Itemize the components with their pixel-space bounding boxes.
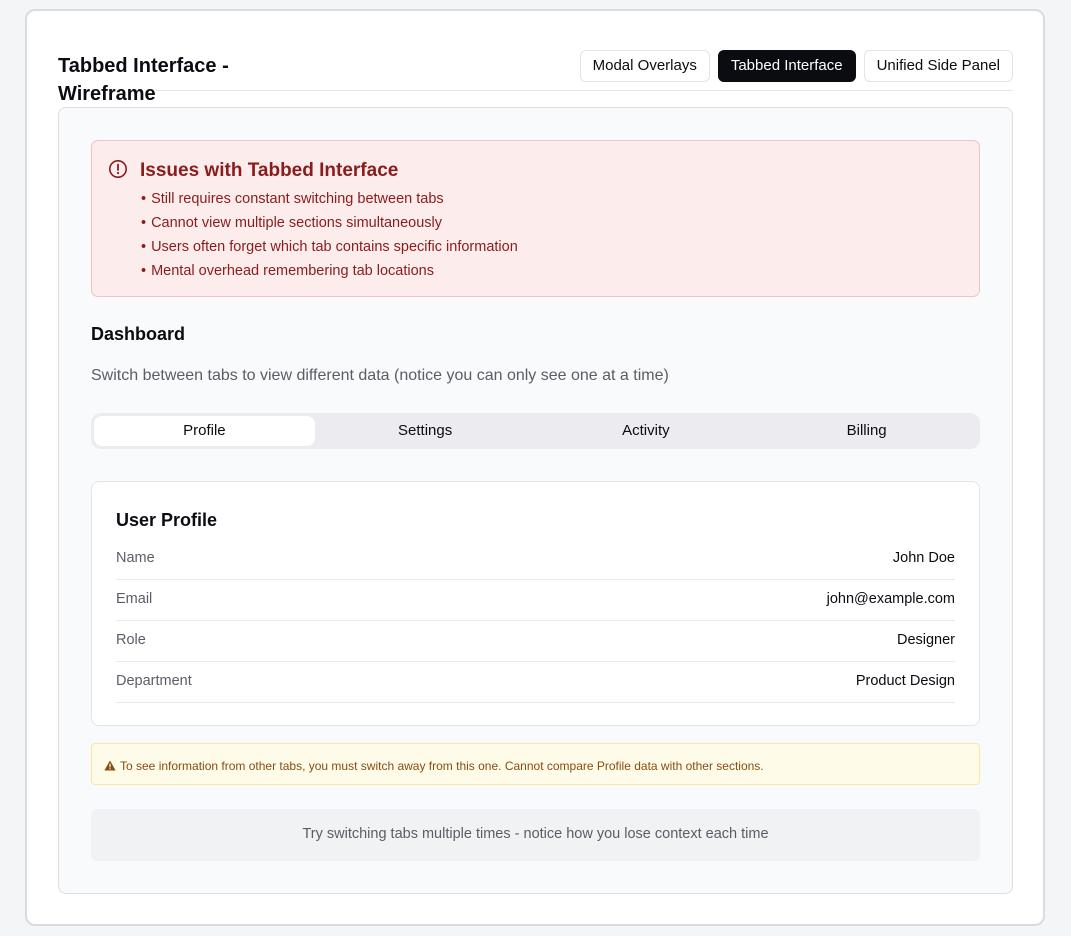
tab-profile[interactable]: Profile — [94, 416, 315, 446]
row-label: Email — [116, 591, 153, 607]
nav-button-modal-overlays[interactable]: Modal Overlays — [579, 50, 710, 82]
warning-text: To see information from other tabs, you … — [120, 759, 764, 773]
tab-bar: Profile Settings Activity Billing — [91, 413, 980, 449]
profile-title: User Profile — [116, 510, 218, 530]
issue-item: Cannot view multiple sections simultaneo… — [141, 211, 518, 235]
issue-item: Mental overhead remembering tab location… — [141, 259, 518, 283]
nav-button-unified-side-panel[interactable]: Unified Side Panel — [863, 50, 1013, 82]
dashboard-title: Dashboard — [91, 324, 186, 344]
header-divider — [155, 90, 1013, 91]
dashboard-description: Switch between tabs to view different da… — [91, 367, 669, 384]
issue-item: Still requires constant switching betwee… — [141, 187, 518, 211]
hint-text: Try switching tabs multiple times - noti… — [302, 826, 769, 842]
row-label: Role — [116, 632, 146, 648]
row-value: Product Design — [855, 673, 955, 689]
issues-title: Issues with Tabbed Interface — [140, 160, 399, 181]
issue-item: Users often forget which tab contains sp… — [141, 235, 518, 259]
profile-row-email: Email john@example.com — [116, 580, 955, 621]
row-value: John Doe — [892, 550, 955, 566]
page-title: Tabbed Interface - Wireframe — [58, 55, 229, 105]
tab-billing[interactable]: Billing — [756, 416, 977, 446]
tab-activity[interactable]: Activity — [536, 416, 757, 446]
alert-circle-icon — [109, 160, 127, 178]
tab-settings[interactable]: Settings — [315, 416, 536, 446]
row-value: Designer — [896, 632, 955, 648]
row-label: Department — [116, 673, 192, 689]
hint-box: Try switching tabs multiple times - noti… — [91, 809, 980, 861]
warning-banner: To see information from other tabs, you … — [91, 743, 980, 785]
warning-triangle-icon — [104, 760, 116, 771]
row-value: john@example.com — [826, 591, 955, 607]
profile-row-name: Name John Doe — [116, 539, 955, 580]
top-nav: Modal Overlays Tabbed Interface Unified … — [579, 50, 1013, 82]
profile-row-department: Department Product Design — [116, 662, 955, 703]
nav-button-tabbed-interface[interactable]: Tabbed Interface — [717, 50, 856, 82]
row-label: Name — [116, 550, 155, 566]
profile-row-role: Role Designer — [116, 621, 955, 662]
issues-list: Still requires constant switching betwee… — [141, 187, 518, 283]
